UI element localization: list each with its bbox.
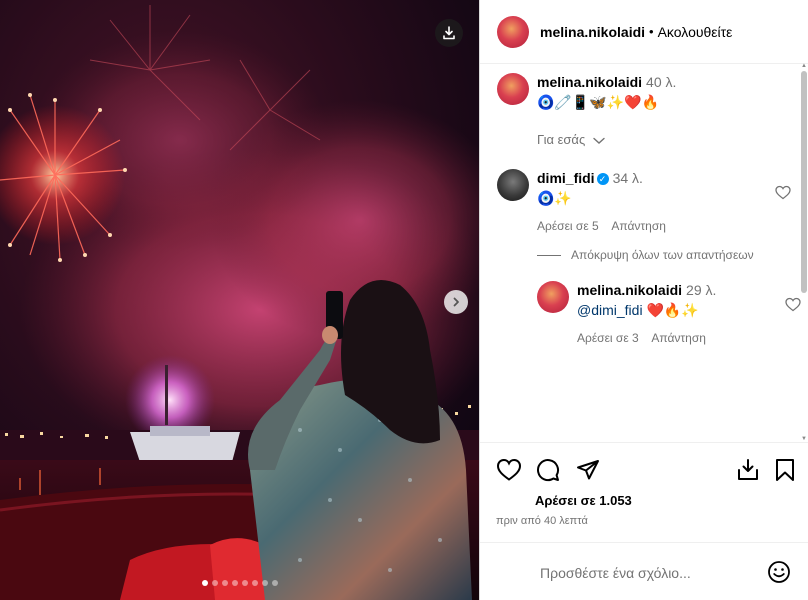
carousel-dot[interactable] — [251, 580, 258, 586]
avatar[interactable] — [497, 73, 529, 105]
caption: melina.nikolaidi 40 λ. 🧿🧷📱🦋✨❤️🔥 — [497, 73, 797, 133]
chevron-right-icon — [453, 297, 459, 307]
caption-text: 🧿🧷📱🦋✨❤️🔥 — [537, 94, 660, 110]
hide-replies-button[interactable]: Απόκρυψη όλων των απαντήσεων — [537, 248, 754, 262]
post-media[interactable] — [0, 0, 479, 600]
add-comment-bar — [480, 542, 808, 600]
verified-badge-icon: ✓ — [596, 173, 609, 186]
comment-text: 🧿✨ — [537, 190, 572, 206]
download-button[interactable] — [435, 19, 463, 47]
carousel-dot[interactable] — [211, 580, 218, 586]
share-paper-plane-icon[interactable] — [576, 458, 600, 482]
like-reply-heart-icon[interactable] — [785, 297, 801, 312]
avatar[interactable] — [497, 15, 529, 48]
comment-meta: Αρέσει σε 5 Απάντηση — [537, 219, 777, 233]
bookmark-icon[interactable] — [775, 458, 795, 482]
following-status[interactable]: Ακολουθείτε — [658, 24, 733, 40]
mention-link[interactable]: @dimi_fidi — [577, 302, 643, 318]
reply-meta: Αρέσει σε 3 Απάντηση — [577, 331, 777, 345]
carousel-dot[interactable] — [201, 580, 208, 586]
avatar[interactable] — [497, 169, 529, 201]
post-dialog: melina.nikolaidi • Ακολουθείτε melina.ni… — [0, 0, 808, 600]
comment-item: dimi_fidi ✓ 34 λ. 🧿✨ Αρέσει σε 5 Απάντηση — [497, 169, 797, 239]
header-separator: • — [649, 24, 654, 39]
comment-username[interactable]: dimi_fidi — [537, 170, 595, 186]
see-translation-label: Για εσάς — [537, 132, 586, 147]
comments-scrollbar[interactable]: ▲ ▼ — [801, 63, 807, 442]
reply-item: melina.nikolaidi 29 λ. @dimi_fidi ❤️🔥✨ Αρ… — [537, 281, 801, 351]
carousel-dot[interactable] — [271, 580, 278, 586]
comment-bubble-icon[interactable] — [536, 458, 560, 482]
post-header: melina.nikolaidi • Ακολουθείτε — [480, 0, 808, 64]
chevron-down-icon — [593, 137, 605, 144]
download-icon — [443, 26, 455, 40]
avatar[interactable] — [537, 281, 569, 313]
reply-button[interactable]: Απάντηση — [611, 219, 666, 233]
caption-username[interactable]: melina.nikolaidi — [537, 74, 642, 90]
comment-input[interactable] — [540, 561, 760, 585]
emoji-picker-icon[interactable] — [767, 560, 791, 584]
reply-button[interactable]: Απάντηση — [651, 331, 706, 345]
like-heart-icon[interactable] — [496, 458, 522, 482]
reply-username[interactable]: melina.nikolaidi — [577, 282, 682, 298]
carousel-dot[interactable] — [241, 580, 248, 586]
comment-likes-count[interactable]: Αρέσει σε 5 — [537, 219, 599, 233]
reply-text: ❤️🔥✨ — [642, 302, 699, 318]
save-download-icon[interactable] — [736, 458, 760, 482]
scroll-down-arrow-icon[interactable]: ▼ — [801, 436, 807, 442]
comments-section[interactable]: melina.nikolaidi 40 λ. 🧿🧷📱🦋✨❤️🔥 Για εσάς … — [480, 65, 808, 442]
carousel-dot[interactable] — [221, 580, 228, 586]
reply-likes-count[interactable]: Αρέσει σε 3 — [577, 331, 639, 345]
carousel-indicator — [0, 580, 479, 586]
caption-time[interactable]: 40 λ. — [646, 74, 676, 90]
scrollbar-thumb[interactable] — [801, 71, 807, 293]
carousel-dot[interactable] — [261, 580, 268, 586]
reply-time[interactable]: 29 λ. — [686, 282, 716, 298]
likes-count[interactable]: Αρέσει σε 1.053 — [535, 493, 632, 508]
carousel-dot[interactable] — [231, 580, 238, 586]
see-translation-link[interactable]: Για εσάς — [537, 132, 605, 147]
author-username[interactable]: melina.nikolaidi — [540, 24, 645, 40]
action-bar: Αρέσει σε 1.053 πριν από 40 λεπτά — [480, 442, 808, 542]
next-slide-button[interactable] — [444, 290, 468, 314]
scroll-up-arrow-icon[interactable]: ▲ — [801, 63, 807, 69]
post-time-ago[interactable]: πριν από 40 λεπτά — [496, 515, 588, 527]
hide-replies-label: Απόκρυψη όλων των απαντήσεων — [571, 248, 754, 262]
like-comment-heart-icon[interactable] — [775, 185, 791, 200]
post-sidebar: melina.nikolaidi • Ακολουθείτε melina.ni… — [479, 0, 808, 600]
divider — [537, 254, 561, 256]
comment-time[interactable]: 34 λ. — [613, 170, 643, 186]
fireworks-photo — [0, 0, 479, 600]
